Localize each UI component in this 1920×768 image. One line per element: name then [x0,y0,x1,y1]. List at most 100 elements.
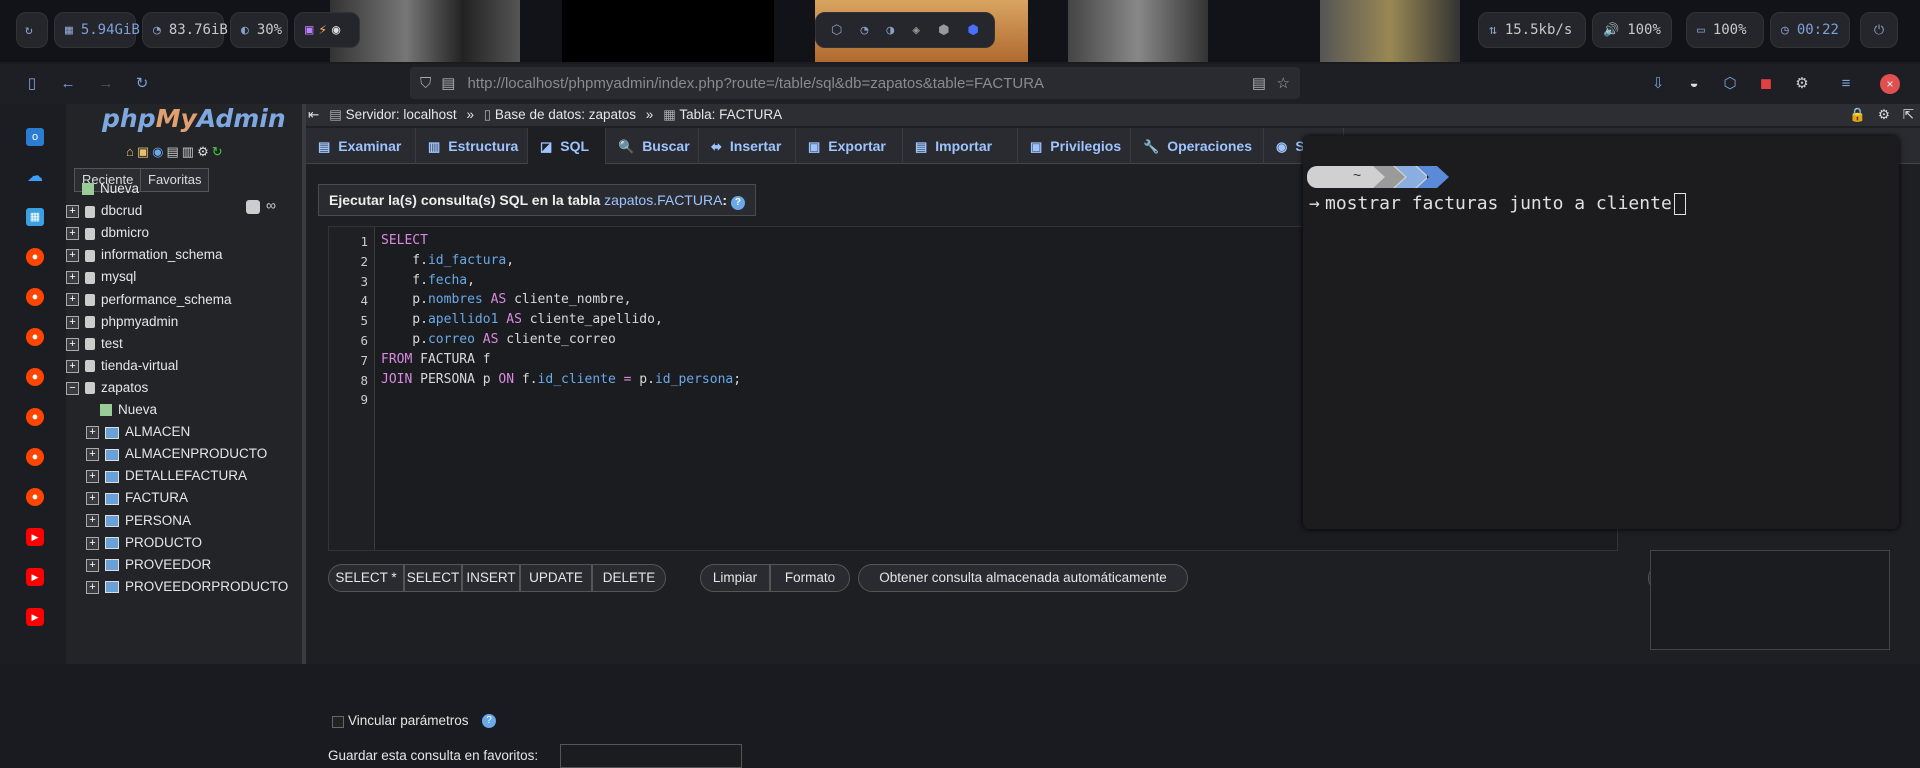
app-icon[interactable]: ⚡ [318,22,326,38]
settings-icon[interactable]: ⚙ [1878,104,1890,126]
extension-icon[interactable]: ⬡ [1720,74,1740,94]
battery-indicator[interactable]: ▭ 100% [1686,12,1764,48]
tray-apps[interactable]: ▣ ⚡ ◉ [294,12,360,48]
app-icon[interactable]: ▣ [305,22,313,38]
help-icon[interactable]: ? [482,714,496,728]
tab-buscar[interactable]: 🔍 Buscar [606,128,699,164]
update-button[interactable]: UPDATE [520,564,592,592]
reddit-icon[interactable]: ● [26,368,44,386]
tree-item-table[interactable]: + PERSONA [86,511,191,531]
expand-icon[interactable]: + [66,227,79,241]
workspace-icon[interactable]: ⬢ [938,23,949,38]
terminal-window[interactable]: ~ → mostrar facturas junto a cliente [1303,136,1899,529]
workspace-icon-active[interactable]: ⬢ [968,23,979,38]
tab-privilegios[interactable]: ▣ Privilegios [1018,128,1131,164]
docs-icon[interactable]: ▤ [167,144,182,159]
cpu-indicator[interactable]: ◐ 30% [230,12,288,48]
tree-item-database[interactable]: + test [66,334,123,354]
favorites-button[interactable]: Favoritas [140,168,210,192]
power-button[interactable]: ⏻ [1860,12,1898,48]
tab-examinar[interactable]: ▤ Examinar [306,128,416,164]
disk-indicator[interactable]: ◔ 83.76iB [142,12,228,48]
memory-indicator[interactable]: ▦ 5.94GiB [54,12,140,48]
tree-item-table[interactable]: + PROVEEDOR [86,555,211,575]
select-all-button[interactable]: SELECT * [328,564,404,592]
tree-item-database[interactable]: + dbmicro [66,223,149,243]
sidebar-toggle-icon[interactable]: ▯ [22,74,42,94]
expand-icon[interactable]: + [86,448,99,462]
reader-view-icon[interactable]: ▤ [1252,74,1266,92]
expand-icon[interactable]: + [86,580,99,594]
bookmark-star-icon[interactable]: ☆ [1277,74,1290,92]
expand-icon[interactable]: + [86,470,99,484]
reddit-icon[interactable]: ● [26,288,44,306]
tab-insertar[interactable]: ⬌ Insertar [699,128,796,164]
breadcrumb-server[interactable]: Servidor: localhost [346,107,457,122]
insert-button[interactable]: INSERT [462,564,520,592]
expand-icon[interactable]: + [86,492,99,506]
tree-item-table[interactable]: + PRODUCTO [86,533,202,553]
breadcrumb-database[interactable]: Base de datos: zapatos [495,107,636,122]
back-icon[interactable]: ← [58,74,78,94]
tree-item-table[interactable]: + FACTURA [86,488,188,508]
docs-icon[interactable]: ▥ [182,144,197,159]
app-icon[interactable]: ▦ [26,208,44,226]
expand-icon[interactable]: + [86,536,99,550]
get-auto-saved-query-button[interactable]: Obtener consulta almacenada automáticame… [858,564,1188,592]
home-icon[interactable]: ⌂ [126,144,137,159]
tab-sql[interactable]: ◪ SQL [528,128,606,164]
expand-icon[interactable]: + [66,205,79,219]
reddit-icon[interactable]: ● [26,328,44,346]
tree-item-table[interactable]: + ALMACENPRODUCTO [86,444,267,464]
format-button[interactable]: Formato [770,564,850,592]
bind-params-checkbox[interactable] [332,716,344,728]
menu-icon[interactable]: ≡ [1836,74,1856,94]
columns-list[interactable] [1650,550,1890,650]
tab-operaciones[interactable]: 🔧 Operaciones [1131,128,1264,164]
tree-item-table[interactable]: + ALMACEN [86,422,190,442]
clear-button[interactable]: Limpiar [700,564,770,592]
phpmyadmin-logo[interactable]: phpMyAdmin [102,104,286,133]
tree-item-database[interactable]: + performance_schema [66,290,232,310]
help-icon[interactable]: ◉ [152,144,166,159]
youtube-icon[interactable]: ▶ [26,608,44,626]
workspace-icon[interactable]: ⬡ [831,23,842,38]
youtube-icon[interactable]: ▶ [26,568,44,586]
settings-icon[interactable]: ⚙ [197,144,212,159]
extension-icon[interactable]: ⚙ [1792,74,1812,94]
expand-icon[interactable]: + [66,249,79,263]
expand-icon[interactable]: + [86,514,99,528]
tree-item-database[interactable]: + tienda-virtual [66,356,178,376]
expand-icon[interactable]: + [66,359,79,373]
tree-item-table[interactable]: + DETALLEFACTURA [86,466,247,486]
breadcrumb-table[interactable]: Tabla: FACTURA [679,107,782,122]
tab-importar[interactable]: ▤ Importar [903,128,1018,164]
onedrive-icon[interactable]: ☁ [26,168,44,186]
workspace-switcher[interactable]: ⬡ ◔ ◑ ◈ ⬢ ⬢ [815,12,995,48]
page-info-icon[interactable]: ▤ [441,74,455,92]
workspace-icon[interactable]: ◔ [860,23,868,38]
tab-estructura[interactable]: ▥ Estructura [416,128,528,164]
close-icon[interactable]: × [1880,74,1900,94]
volume-indicator[interactable]: 🔊 100% [1592,12,1672,48]
reddit-icon[interactable]: ● [26,488,44,506]
lock-icon[interactable]: 🔒 [1849,104,1866,126]
forward-icon[interactable]: → [96,74,116,94]
url-bar[interactable]: ⛉ ▤ http://localhost/phpmyadmin/index.ph… [410,67,1300,99]
expand-icon[interactable]: + [86,558,99,572]
delete-button[interactable]: DELETE [592,564,666,592]
bookmark-name-input[interactable] [560,744,742,768]
help-icon[interactable]: ? [730,196,745,210]
collapse-icon[interactable]: − [66,381,79,395]
youtube-icon[interactable]: ▶ [26,528,44,546]
logout-icon[interactable]: ▣ [137,144,152,159]
reddit-icon[interactable]: ● [26,448,44,466]
outlook-icon[interactable]: o [26,128,44,146]
expand-icon[interactable]: + [66,293,79,307]
clock[interactable]: ◷ 00:22 [1770,12,1850,48]
reddit-icon[interactable]: ● [26,408,44,426]
reload-icon[interactable]: ↻ [212,144,226,159]
nav-shortcut-icons[interactable]: ⌂▣◉▤▥⚙↻ [126,144,226,160]
workspace-icon[interactable]: ◑ [886,23,894,38]
ublock-icon[interactable]: ◼ [1756,74,1776,94]
